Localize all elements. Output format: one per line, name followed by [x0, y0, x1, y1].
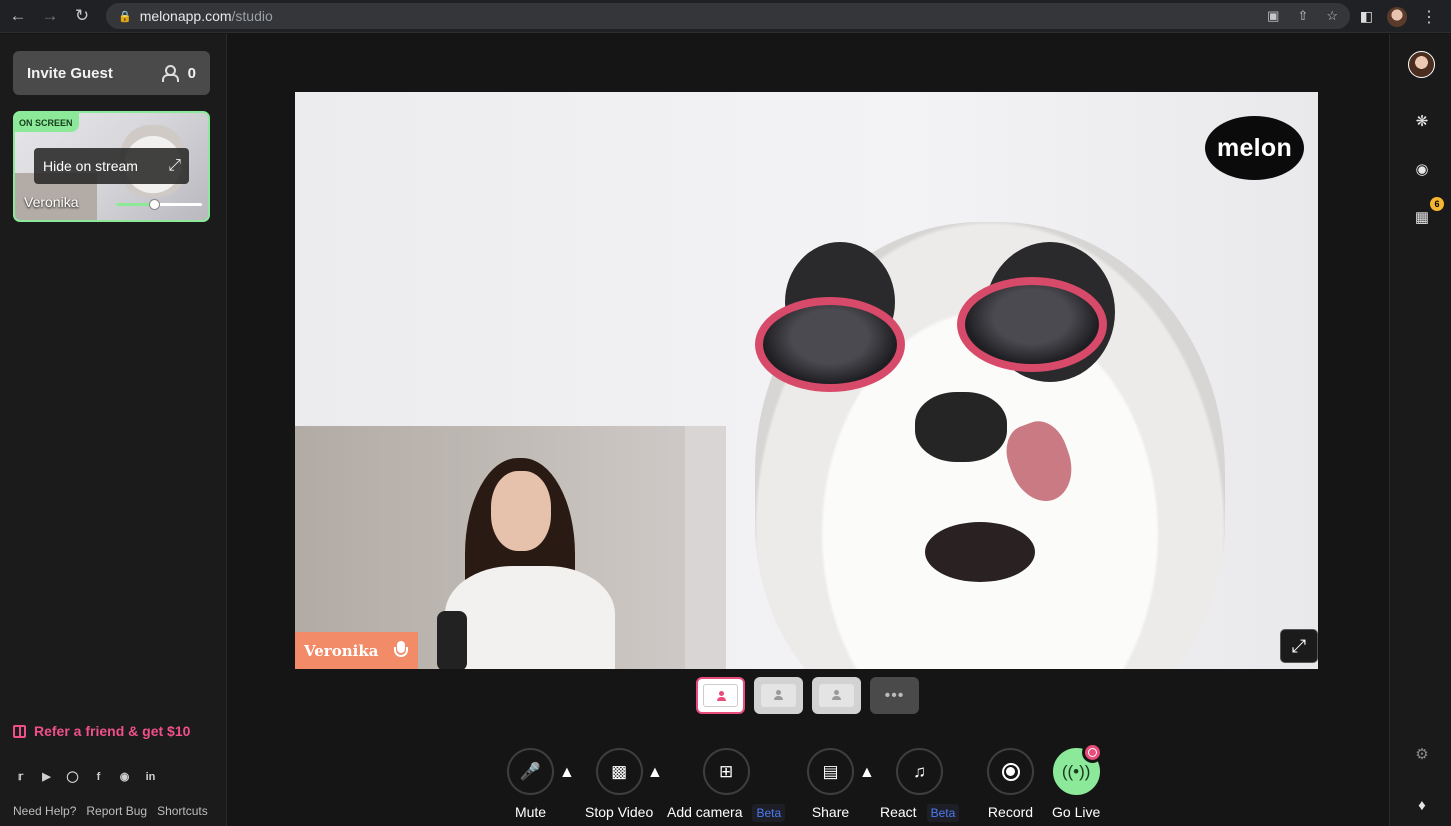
hide-on-stream-label: Hide on stream — [43, 158, 138, 174]
more-layouts-icon[interactable]: ••• — [870, 677, 919, 714]
live-status-badge — [1082, 742, 1103, 763]
guest-count: 0 — [187, 64, 196, 82]
invite-guest-button[interactable]: Invite Guest 0 — [13, 51, 210, 95]
record-label: Record — [987, 804, 1034, 820]
react-beta-badge: Beta — [926, 804, 960, 822]
right-rail: ❋ ◉ ▦ 6 ⚙ ♦ — [1389, 34, 1451, 826]
layout-option-solo[interactable] — [696, 677, 745, 714]
melon-logo: melon — [1205, 116, 1304, 180]
add-camera-label: Add camera — [667, 804, 743, 820]
participant-chair — [437, 611, 467, 669]
layout-option-2[interactable] — [754, 677, 803, 714]
fullscreen-icon[interactable]: ⤢ — [1280, 629, 1318, 663]
bookmark-star-icon[interactable]: ☆ — [1326, 8, 1338, 24]
reload-icon[interactable]: ↻ — [68, 2, 96, 30]
forward-arrow-icon[interactable]: → — [36, 2, 64, 30]
music-note-icon[interactable]: ♫ — [896, 748, 944, 795]
participant-name: Veronika — [304, 641, 379, 660]
participant-shirt — [445, 566, 615, 669]
person-icon — [819, 684, 854, 707]
go-live-label: Go Live — [1052, 804, 1101, 820]
record-ring — [1001, 762, 1020, 781]
sunglasses-left-lens — [755, 297, 905, 392]
person-icon — [703, 684, 738, 707]
video-options-caret-icon[interactable]: ▲ — [647, 764, 663, 782]
expand-icon[interactable]: ⤢ — [168, 157, 181, 175]
add-camera-beta-badge: Beta — [752, 804, 786, 822]
share-label: Share — [811, 804, 850, 820]
calendar-icon[interactable]: ▦ — [1411, 206, 1433, 228]
camera-permission-icon[interactable]: ▣ — [1267, 8, 1279, 24]
stream-stage[interactable]: melon Veronika ⤢ — [295, 92, 1318, 669]
browser-menu-icon[interactable]: ⋮ — [1421, 7, 1437, 27]
volume-slider-knob[interactable] — [149, 199, 161, 210]
layout-selector: ••• — [696, 677, 919, 714]
microphone-icon[interactable]: 🎤 — [507, 748, 554, 795]
browser-profile-avatar[interactable] — [1387, 6, 1407, 27]
left-sidebar: Invite Guest 0 ON SCREEN Hide on stream … — [0, 34, 227, 826]
react-label: React — [880, 804, 917, 820]
browser-toolbar: ← → ↻ 🔒 melonapp.com/studio ▣ ⇧ ☆ ◧ ⋮ — [0, 0, 1451, 33]
user-avatar[interactable] — [1408, 51, 1435, 78]
monitor-icon[interactable]: ▤ — [807, 748, 854, 795]
share-page-icon[interactable]: ⇧ — [1297, 8, 1308, 24]
address-bar[interactable]: 🔒 melonapp.com/studio ▣ ⇧ ☆ — [106, 3, 1350, 29]
on-screen-badge: ON SCREEN — [15, 113, 79, 132]
layout-option-3[interactable] — [812, 677, 861, 714]
add-camera-button[interactable]: ⊞ Add camera Beta — [667, 748, 786, 822]
refer-friend-label: Refer a friend & get $10 — [34, 723, 191, 739]
video-camera-icon[interactable]: ▩ — [595, 748, 643, 795]
side-panel-icon[interactable]: ◧ — [1360, 8, 1373, 25]
react-button[interactable]: ♫ React Beta — [880, 748, 960, 822]
sunglasses-right-lens — [957, 277, 1107, 372]
dog-nose — [915, 392, 1007, 462]
back-arrow-icon[interactable]: ← — [4, 2, 32, 30]
scenes-grid-icon[interactable]: ❋ — [1411, 110, 1433, 132]
go-live-button[interactable]: ((•)) Go Live — [1052, 742, 1103, 820]
notification-bell-icon[interactable]: ♦ — [1411, 794, 1433, 816]
mute-button[interactable]: 🎤 Mute — [507, 748, 554, 820]
participant-name-tag: Veronika — [295, 632, 418, 669]
record-button[interactable]: Record — [987, 748, 1034, 820]
add-camera-icon[interactable]: ⊞ — [702, 748, 750, 795]
mute-options-caret-icon[interactable]: ▲ — [559, 764, 575, 782]
control-bar: 🎤 Mute ▲ ▩ Stop Video ▲ ⊞ Add camera Beta… — [0, 742, 1451, 826]
calendar-badge: 6 — [1430, 197, 1444, 211]
gift-icon — [13, 724, 26, 738]
record-icon[interactable] — [987, 748, 1034, 795]
participant-camera-feed[interactable]: Veronika — [295, 426, 726, 669]
microphone-icon — [394, 640, 408, 661]
mute-label: Mute — [514, 804, 547, 820]
guests-icon — [161, 65, 180, 82]
participant-face — [491, 471, 551, 551]
url-path: /studio — [231, 8, 273, 24]
url-host: melonapp.com — [139, 8, 232, 24]
stop-video-button[interactable]: ▩ Stop Video — [585, 748, 653, 820]
person-icon — [761, 684, 796, 707]
camera-background-wall — [685, 426, 726, 669]
chat-bubble-icon[interactable]: ◉ — [1411, 158, 1433, 180]
stop-video-label: Stop Video — [585, 804, 654, 820]
share-options-caret-icon[interactable]: ▲ — [859, 764, 875, 782]
settings-gear-icon[interactable]: ⚙ — [1411, 743, 1433, 765]
invite-guest-label: Invite Guest — [27, 64, 113, 82]
participant-tile[interactable]: ON SCREEN Hide on stream ⤢ Veronika — [13, 111, 210, 222]
volume-slider[interactable] — [116, 199, 202, 210]
share-button[interactable]: ▤ Share — [807, 748, 854, 820]
refer-friend-link[interactable]: Refer a friend & get $10 — [13, 723, 190, 739]
lock-icon: 🔒 — [118, 10, 132, 23]
hide-on-stream-button[interactable]: Hide on stream ⤢ — [34, 148, 189, 184]
tile-participant-name: Veronika — [24, 194, 79, 210]
dog-mouth — [925, 522, 1035, 582]
